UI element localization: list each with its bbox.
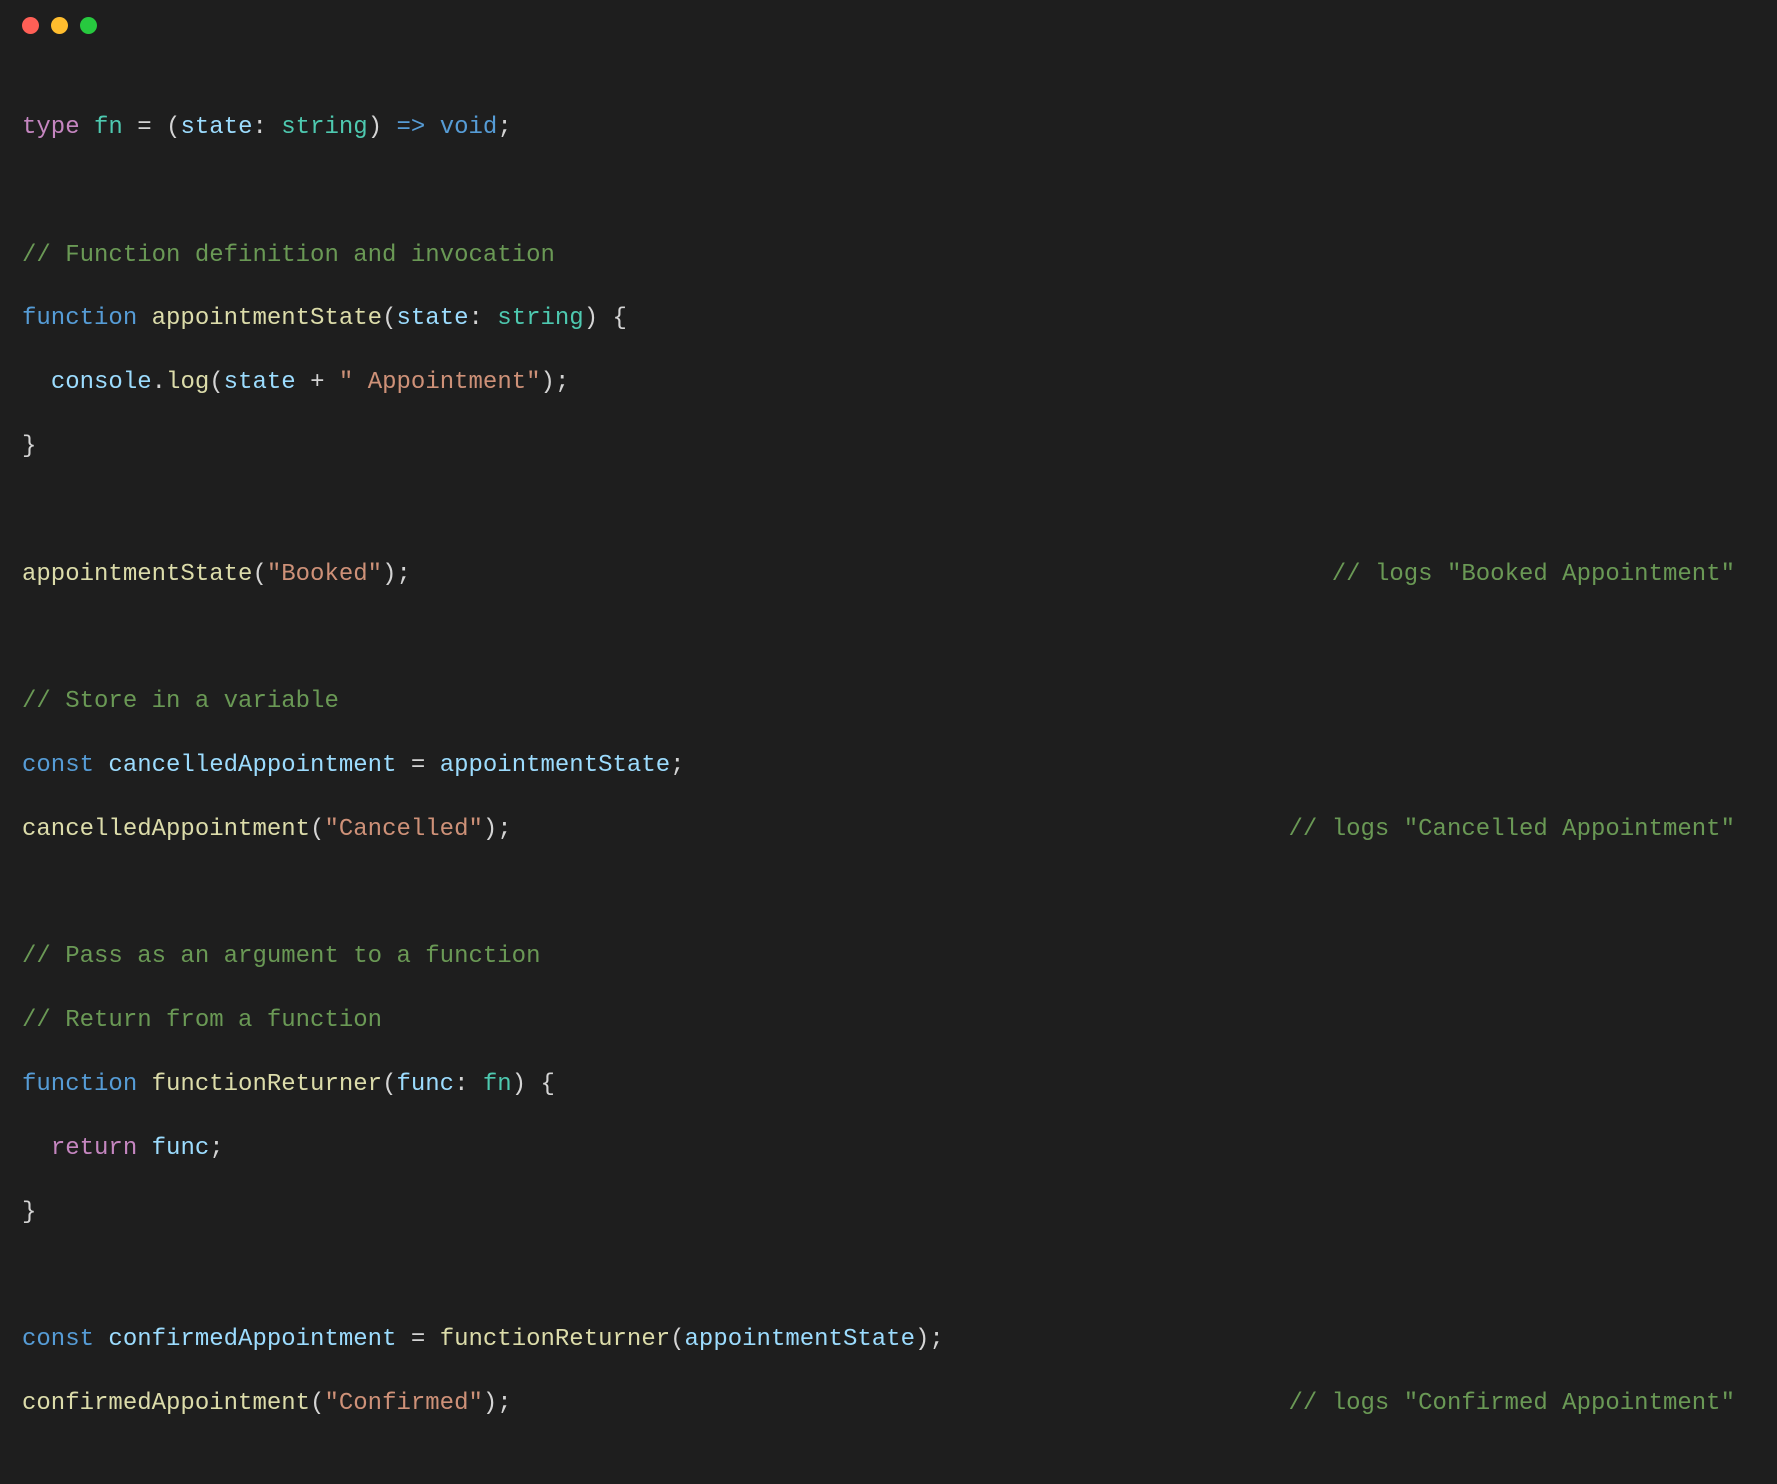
parameter-name: func bbox=[396, 1071, 454, 1098]
code-line: console.log(state + " Appointment"); bbox=[22, 367, 1755, 399]
keyword-const: const bbox=[22, 752, 94, 779]
parameter-name: state bbox=[396, 305, 468, 332]
identifier: func bbox=[152, 1135, 210, 1162]
keyword-const: const bbox=[22, 1326, 94, 1353]
function-call: cancelledAppointment bbox=[22, 816, 310, 843]
type-fn: fn bbox=[483, 1071, 512, 1098]
variable-name: confirmedAppointment bbox=[108, 1326, 396, 1353]
string-literal: " Appointment" bbox=[339, 369, 541, 396]
closing-brace: } bbox=[22, 433, 36, 460]
keyword-function: function bbox=[22, 305, 137, 332]
blank-line bbox=[22, 878, 1755, 910]
code-line: cancelledAppointment("Cancelled");// log… bbox=[22, 814, 1755, 846]
code-line: // Return from a function bbox=[22, 1005, 1755, 1037]
minimize-icon[interactable] bbox=[51, 17, 68, 34]
code-line: } bbox=[22, 1197, 1755, 1229]
code-window: type fn = (state: string) => void; // Fu… bbox=[0, 0, 1777, 898]
code-line: } bbox=[22, 431, 1755, 463]
code-line: // Store in a variable bbox=[22, 686, 1755, 718]
code-line: confirmedAppointment("Confirmed");// log… bbox=[22, 1388, 1755, 1420]
type-alias-name: fn bbox=[94, 114, 123, 141]
comment: // Function definition and invocation bbox=[22, 242, 555, 269]
string-literal: "Booked" bbox=[267, 561, 382, 588]
window-titlebar bbox=[0, 0, 1777, 50]
arrow-operator: => bbox=[382, 114, 440, 141]
parameter-name: state bbox=[180, 114, 252, 141]
closing-brace: } bbox=[22, 1199, 36, 1226]
variable-name: cancelledAppointment bbox=[108, 752, 396, 779]
type-void: void bbox=[440, 114, 498, 141]
code-line: function functionReturner(func: fn) { bbox=[22, 1069, 1755, 1101]
type-string: string bbox=[497, 305, 583, 332]
keyword-function: function bbox=[22, 1071, 137, 1098]
string-literal: "Cancelled" bbox=[324, 816, 482, 843]
code-line: type fn = (state: string) => void; bbox=[22, 112, 1755, 144]
function-call: appointmentState bbox=[22, 561, 252, 588]
keyword-type: type bbox=[22, 114, 80, 141]
identifier: appointmentState bbox=[685, 1326, 915, 1353]
maximize-icon[interactable] bbox=[80, 17, 97, 34]
comment: // Return from a function bbox=[22, 1007, 382, 1034]
string-literal: "Confirmed" bbox=[324, 1390, 482, 1417]
type-string: string bbox=[281, 114, 367, 141]
blank-line bbox=[22, 622, 1755, 654]
comment: // logs "Confirmed Appointment" bbox=[1289, 1388, 1755, 1420]
comment: // Pass as an argument to a function bbox=[22, 943, 540, 970]
comment: // Store in a variable bbox=[22, 688, 339, 715]
function-call: functionReturner bbox=[440, 1326, 670, 1353]
comment: // logs "Cancelled Appointment" bbox=[1289, 814, 1755, 846]
blank-line bbox=[22, 1261, 1755, 1293]
keyword-return: return bbox=[51, 1135, 137, 1162]
identifier-state: state bbox=[224, 369, 296, 396]
code-line: const confirmedAppointment = functionRet… bbox=[22, 1324, 1755, 1356]
identifier-console: console bbox=[51, 369, 152, 396]
code-line: const cancelledAppointment = appointment… bbox=[22, 750, 1755, 782]
identifier: appointmentState bbox=[440, 752, 670, 779]
function-name: appointmentState bbox=[152, 305, 382, 332]
blank-line bbox=[22, 495, 1755, 527]
function-call: confirmedAppointment bbox=[22, 1390, 310, 1417]
comment: // logs "Booked Appointment" bbox=[1332, 559, 1755, 591]
code-line: function appointmentState(state: string)… bbox=[22, 303, 1755, 335]
code-line: // Function definition and invocation bbox=[22, 240, 1755, 272]
code-line: return func; bbox=[22, 1133, 1755, 1165]
code-editor[interactable]: type fn = (state: string) => void; // Fu… bbox=[0, 50, 1777, 1484]
close-icon[interactable] bbox=[22, 17, 39, 34]
function-name: functionReturner bbox=[152, 1071, 382, 1098]
code-line: // Pass as an argument to a function bbox=[22, 941, 1755, 973]
method-log: log bbox=[166, 369, 209, 396]
blank-line bbox=[22, 176, 1755, 208]
code-line: appointmentState("Booked");// logs "Book… bbox=[22, 559, 1755, 591]
